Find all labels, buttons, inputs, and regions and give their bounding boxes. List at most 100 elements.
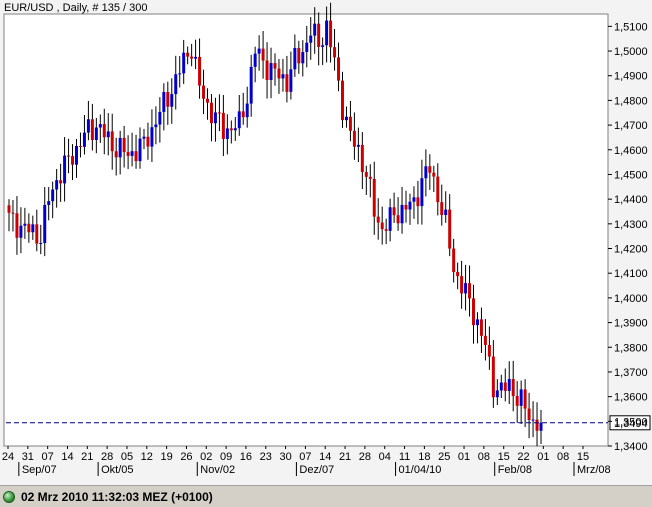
x-month-label: Feb/08 [498,464,532,476]
x-month-label: Sep/07 [22,464,57,476]
candle-body [7,205,11,213]
candle-body [229,128,233,131]
x-day-label: 07 [42,451,54,463]
candle-body [436,176,440,203]
candle-body [102,124,106,138]
x-day-label: 11 [399,451,410,463]
candle-body [47,201,51,205]
candle-body [448,209,452,249]
candle-body [468,283,472,299]
candle-body [400,204,404,224]
candle-body [198,56,202,86]
candle-body [341,80,344,121]
candle-body [237,111,241,129]
candle-body [225,128,229,139]
candle-body [23,223,27,226]
candle-body [432,172,436,177]
candle-body [162,92,166,112]
candle-body [90,119,94,140]
x-month-label: Mrz/08 [577,464,611,476]
candle-body [479,319,483,336]
candle-body [408,201,412,210]
y-tick-label: 1,4800 [614,95,648,107]
candle-body [269,63,273,81]
status-text: 02 Mrz 2010 11:32:03 MEZ (+0100) [21,489,213,504]
candle-body [416,197,420,207]
candle-body [221,112,225,139]
candle-body [313,23,317,36]
x-month-label: Nov/02 [200,464,235,476]
x-day-label: 02 [200,451,212,463]
candle-body [86,119,90,133]
candle-body [118,137,122,158]
x-day-label: 31 [22,451,34,463]
candle-body [420,178,424,207]
candle-body [487,344,491,357]
candle-body [519,389,523,406]
y-tick-label: 1,3600 [614,392,648,404]
y-tick-label: 1,4000 [614,293,648,305]
candle-body [122,137,126,153]
candle-body [293,47,297,70]
y-tick-label: 1,3900 [614,318,648,330]
candle-body [245,103,249,118]
candle-body [329,20,333,48]
y-tick-label: 1,5100 [614,21,648,33]
x-day-label: 28 [101,451,113,463]
candle-body [82,132,86,147]
candle-body [98,124,102,128]
candle-body [495,390,499,398]
candle-body [126,152,130,156]
y-tick-label: 1,4900 [614,71,648,83]
candle-body [337,57,341,81]
candle-body [217,112,221,114]
candle-body [178,73,182,75]
y-tick-label: 1,4200 [614,244,648,256]
x-day-label: 05 [121,451,133,463]
candle-body [174,74,178,95]
x-month-label: 01/04/10 [399,464,442,476]
candle-body [507,379,511,391]
x-day-label: 21 [81,451,93,463]
candle-body [515,395,519,406]
chart: EUR/USD , Daily, # 135 / 300 1,3494 1,51… [0,0,652,485]
candle-body [35,224,39,244]
x-day-label: 15 [498,451,510,463]
candle-body [317,23,321,47]
candle-body [130,151,134,156]
chart-title: EUR/USD , Daily, # 135 / 300 [4,2,147,14]
candle-body [39,242,43,244]
candle-body [360,144,364,173]
candle-body [344,116,348,121]
candle-body [356,144,360,147]
candle-body [15,213,19,238]
candle-body [396,215,400,224]
x-day-label: 25 [438,451,450,463]
candle-body [257,48,261,54]
candle-body [376,216,380,223]
candle-body [428,166,432,173]
candle-body [277,68,281,79]
x-day-label: 12 [141,451,153,463]
x-day-label: 19 [160,451,172,463]
candle-body [424,166,428,179]
candle-body [27,223,31,233]
candle-body [241,111,245,118]
x-day-label: 23 [260,451,272,463]
candle-body [166,92,170,107]
candle-body [440,202,444,216]
x-day-label: 22 [517,451,529,463]
candle-body [503,382,507,391]
candle-body [297,47,301,64]
candle-body [51,189,55,202]
candle-body [190,56,194,59]
x-day-label: 30 [279,451,291,463]
x-day-label: 14 [319,451,331,463]
candle-body [67,155,71,157]
candle-body [59,180,63,184]
status-bar: 02 Mrz 2010 11:32:03 MEZ (+0100) [0,485,652,507]
candle-body [142,136,146,139]
y-tick-label: 1,4600 [614,145,648,157]
candle-body [11,212,15,214]
y-tick-label: 1,4300 [614,219,648,231]
